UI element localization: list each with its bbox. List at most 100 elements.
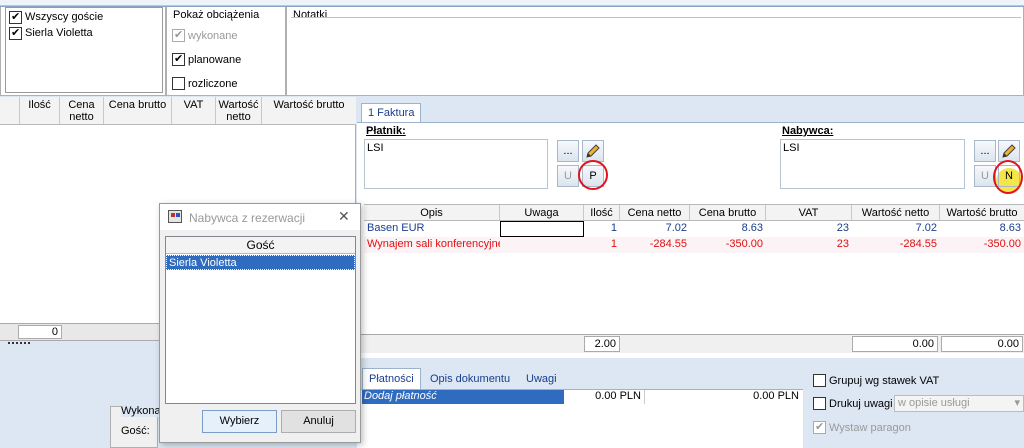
guest-label: Sierla Violetta [25,27,93,39]
invoice-grid-header: Opis Uwaga Ilość Cena netto Cena brutto … [364,204,1024,221]
planned-label: planowane [188,54,242,66]
col-spacer [0,97,20,124]
col-net-value[interactable]: Wartość netto [216,97,262,124]
pencil-icon [1002,144,1016,158]
row-gross-value: 8.63 [999,222,1021,234]
splitter-grip[interactable] [8,342,30,345]
invoice-totals-bar: 2.00 0.00 0.00 [357,334,1024,353]
col-description[interactable]: Opis [364,205,500,220]
buyer-from-reservation-dialog: Nabywca z rezerwacji ✕ Gość Sierla Viole… [159,203,361,443]
row-gross-value: -350.00 [983,238,1021,250]
guest-field-label: Gość: [121,425,150,437]
row-note [500,237,584,253]
group-vat-checkbox[interactable] [813,374,826,387]
row-vat: 23 [836,238,849,250]
buyer-field[interactable]: LSI [780,139,965,189]
print-notes-label: Drukuj uwagi [829,398,893,410]
row-gross-price: 8.63 [741,222,763,234]
col-gross-price[interactable]: Cena brutto [690,205,766,220]
col-net-price[interactable]: Cena netto [620,205,690,220]
row-net-price: -284.55 [649,238,687,250]
close-icon[interactable]: ✕ [338,208,350,225]
tab-document-description[interactable]: Opis dokumentu [430,373,510,385]
dialog-title: Nabywca z rezerwacji [189,211,306,225]
all-guests-checkbox[interactable] [9,10,22,24]
col-gross-value[interactable]: Wartość brutto [940,205,1024,220]
left-bottom-panel: Wykona Gość: [110,405,161,448]
row-net-value: 7.02 [915,222,937,234]
buyer-n-highlight [993,160,1023,194]
receipt-label: Wystaw paragon [829,422,911,434]
pencil-icon [586,144,600,158]
guest-checkbox[interactable] [9,26,22,40]
payer-edit-button[interactable] [582,140,604,162]
guests-list-panel: Wszyscy goście Sierla Violetta [0,0,166,96]
all-guests-label: Wszyscy goście [25,11,104,23]
row-description: Wynajem sali konferencyjne [367,238,500,250]
executed-checkbox[interactable] [172,28,185,42]
invoice-row[interactable]: Wynajem sali konferencyjne 1 -284.55 -35… [364,237,1024,253]
total-qty: 2.00 [584,336,620,352]
app-icon [168,210,182,223]
charges-footer-count: 0 [18,325,62,339]
executed-section-title: Wykona [121,405,161,417]
top-divider [0,6,1024,7]
row-net-value: -284.55 [899,238,937,250]
add-payment-cell[interactable]: Dodaj płatność [362,390,564,404]
col-gross-value[interactable]: Wartość brutto [262,97,356,124]
payments-row[interactable]: Dodaj płatność 0.00 PLN 0.00 PLN [362,390,803,404]
dialog-titlebar[interactable]: Nabywca z rezerwacji ✕ [160,204,360,230]
tab-invoice-1[interactable]: 1 Faktura [361,103,422,123]
charges-filter-title: Pokaż obciążenia [173,9,260,21]
select-button[interactable]: Wybierz [202,410,277,433]
dialog-guest-row[interactable]: Sierla Violetta [166,255,355,270]
buyer-edit-button[interactable] [998,140,1020,162]
col-qty[interactable]: Ilość [20,97,60,124]
payment-amount: 0.00 PLN [595,390,641,402]
payer-u-button[interactable]: U [557,165,579,187]
print-notes-select[interactable]: w opisie usługi ▾ [894,395,1024,412]
col-note[interactable]: Uwaga [500,205,584,220]
row-qty: 1 [610,238,617,250]
payer-browse-button[interactable]: ... [557,140,579,162]
charges-grid-header: Ilość Cena netto Cena brutto VAT Wartość… [0,97,356,125]
notes-panel: Notatki [286,0,1024,96]
row-note-editor[interactable] [500,221,584,237]
row-vat: 23 [836,222,849,234]
payer-label: Płatnik: [366,125,406,137]
notes-textarea[interactable] [291,17,1021,93]
payer-value: LSI [367,142,384,154]
tab-payments[interactable]: Płatności [362,368,421,390]
row-net-price: 7.02 [665,222,687,234]
planned-checkbox[interactable] [172,52,185,66]
print-notes-checkbox[interactable] [813,397,826,410]
charges-filter-panel: Pokaż obciążenia wykonane planowane rozl… [166,0,286,96]
settled-label: rozliczone [188,78,238,90]
total-net-value: 0.00 [852,336,938,352]
row-qty: 1 [610,222,617,234]
col-vat[interactable]: VAT [172,97,216,124]
buyer-value: LSI [783,142,800,154]
receipt-checkbox[interactable] [813,420,826,434]
cancel-button[interactable]: Anuluj [281,410,356,433]
col-net-value[interactable]: Wartość netto [852,205,940,220]
buyer-browse-button[interactable]: ... [974,140,996,162]
invoice-row[interactable]: Basen EUR 1 7.02 8.63 23 7.02 8.63 [364,221,1024,237]
group-vat-label: Grupuj wg stawek VAT [829,375,940,387]
settled-checkbox[interactable] [172,77,185,90]
col-gross-price[interactable]: Cena brutto [104,97,172,124]
payer-p-highlight [578,160,608,190]
payer-field[interactable]: LSI [364,139,548,189]
row-description: Basen EUR [367,222,425,234]
tab-notes[interactable]: Uwagi [526,373,557,385]
guests-list: Wszyscy goście Sierla Violetta [5,7,163,93]
payment-amount-2: 0.00 PLN [644,390,802,404]
row-gross-price: -350.00 [725,238,763,250]
col-vat[interactable]: VAT [766,205,852,220]
dialog-guest-list-header[interactable]: Gość [166,237,355,254]
print-notes-select-value: w opisie usługi [898,397,970,409]
dialog-guest-list[interactable]: Gość Sierla Violetta [165,236,356,404]
col-net-price[interactable]: Cena netto [60,97,104,124]
top-strip [0,0,1024,6]
col-qty[interactable]: Ilość [584,205,620,220]
